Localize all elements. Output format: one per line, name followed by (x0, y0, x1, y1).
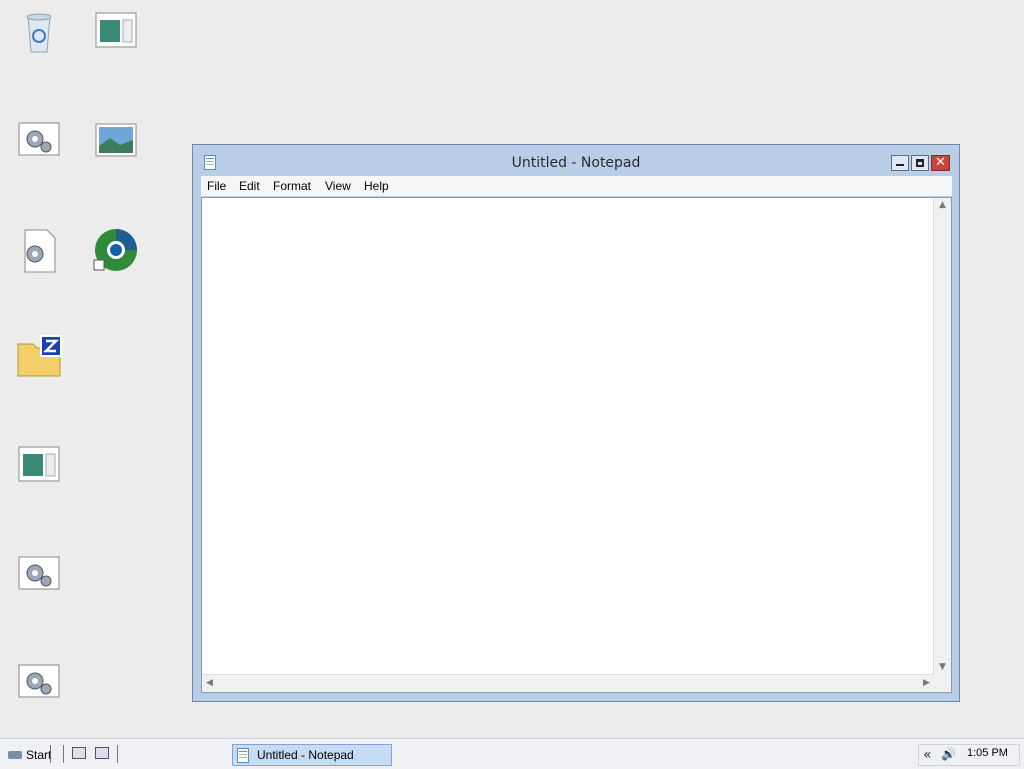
window-title: Untitled - Notepad (511, 155, 641, 171)
menu-edit[interactable]: Edit (239, 179, 260, 193)
desktop-icon-label (4, 60, 74, 73)
quick-launch-icon[interactable] (95, 747, 109, 759)
desktop-icon-window[interactable] (81, 8, 151, 73)
window-icon (15, 442, 63, 490)
close-icon: ✕ (935, 155, 946, 170)
notepad-icon (237, 748, 249, 763)
menu-view[interactable]: View (325, 179, 351, 193)
maximize-button[interactable] (911, 155, 929, 171)
desktop-icon-folder[interactable] (4, 334, 74, 399)
settings-icon (15, 118, 63, 166)
window-icon (92, 8, 140, 56)
scroll-left-button[interactable]: ◀ (202, 676, 217, 691)
taskbar-separator (117, 745, 118, 763)
text-editor[interactable]: ▲ ▼ ◀ ▶ (201, 197, 952, 693)
close-button[interactable]: ✕ (931, 155, 950, 171)
desktop-icon-browser[interactable] (81, 226, 151, 291)
desktop-icon-label (81, 170, 151, 183)
taskbar-item-notepad[interactable]: Untitled - Notepad (232, 744, 392, 766)
settings-icon (15, 660, 63, 708)
horizontal-scrollbar[interactable]: ◀ ▶ (202, 674, 934, 692)
taskbar-item-label: Untitled - Notepad (257, 748, 354, 762)
desktop-icon-label (81, 60, 151, 73)
desktop-icon-settings-2[interactable] (4, 552, 74, 617)
desktop-icon-label (4, 494, 74, 507)
desktop-icon-label (4, 604, 74, 617)
scrollbar-corner (934, 675, 951, 692)
recycle-bin-icon (15, 8, 63, 56)
desktop-icon-label (4, 170, 74, 183)
desktop-icon-label (4, 386, 74, 399)
browser-icon (92, 226, 140, 274)
menu-help[interactable]: Help (364, 179, 389, 193)
show-hidden-icons-icon[interactable]: « (923, 747, 932, 763)
menu-file[interactable]: File (207, 179, 226, 193)
settings-icon (15, 552, 63, 600)
desktop-icon-window-2[interactable] (4, 442, 74, 507)
show-desktop-icon[interactable] (72, 747, 86, 759)
image-icon (92, 118, 140, 166)
desktop-icon-label (4, 712, 74, 725)
volume-icon[interactable]: 🔊 (941, 747, 956, 761)
menu-bar: File Edit Format View Help (201, 176, 952, 196)
menu-format[interactable]: Format (273, 179, 311, 193)
scroll-right-button[interactable]: ▶ (919, 676, 934, 691)
desktop-icon-image[interactable] (81, 118, 151, 183)
desktop-icon-recycle-bin[interactable] (4, 8, 74, 73)
taskbar-separator (63, 745, 64, 763)
desktop-icon-document-settings[interactable] (4, 226, 74, 291)
notepad-window[interactable]: Untitled - Notepad ✕ File Edit Format Vi… (192, 144, 960, 702)
taskbar-separator (50, 745, 51, 763)
system-tray: « 🔊 1:05 PM (918, 744, 1020, 766)
scroll-down-button[interactable]: ▼ (935, 660, 950, 675)
scroll-up-button[interactable]: ▲ (935, 198, 950, 213)
minimize-button[interactable] (891, 155, 909, 171)
taskbar: Start Untitled - Notepad « 🔊 1:05 PM (0, 738, 1024, 769)
desktop-icon-settings-1[interactable] (4, 118, 74, 183)
document-settings-icon (15, 226, 63, 274)
folder-icon (15, 334, 63, 382)
vertical-scrollbar[interactable]: ▲ ▼ (933, 198, 951, 675)
desktop-icon-label (4, 278, 74, 291)
title-bar[interactable]: Untitled - Notepad ✕ (193, 145, 959, 175)
desktop-icon-label (81, 278, 151, 291)
desktop-icon-settings-3[interactable] (4, 660, 74, 725)
start-button[interactable]: Start (6, 745, 53, 765)
clock[interactable]: 1:05 PM (967, 747, 1008, 759)
